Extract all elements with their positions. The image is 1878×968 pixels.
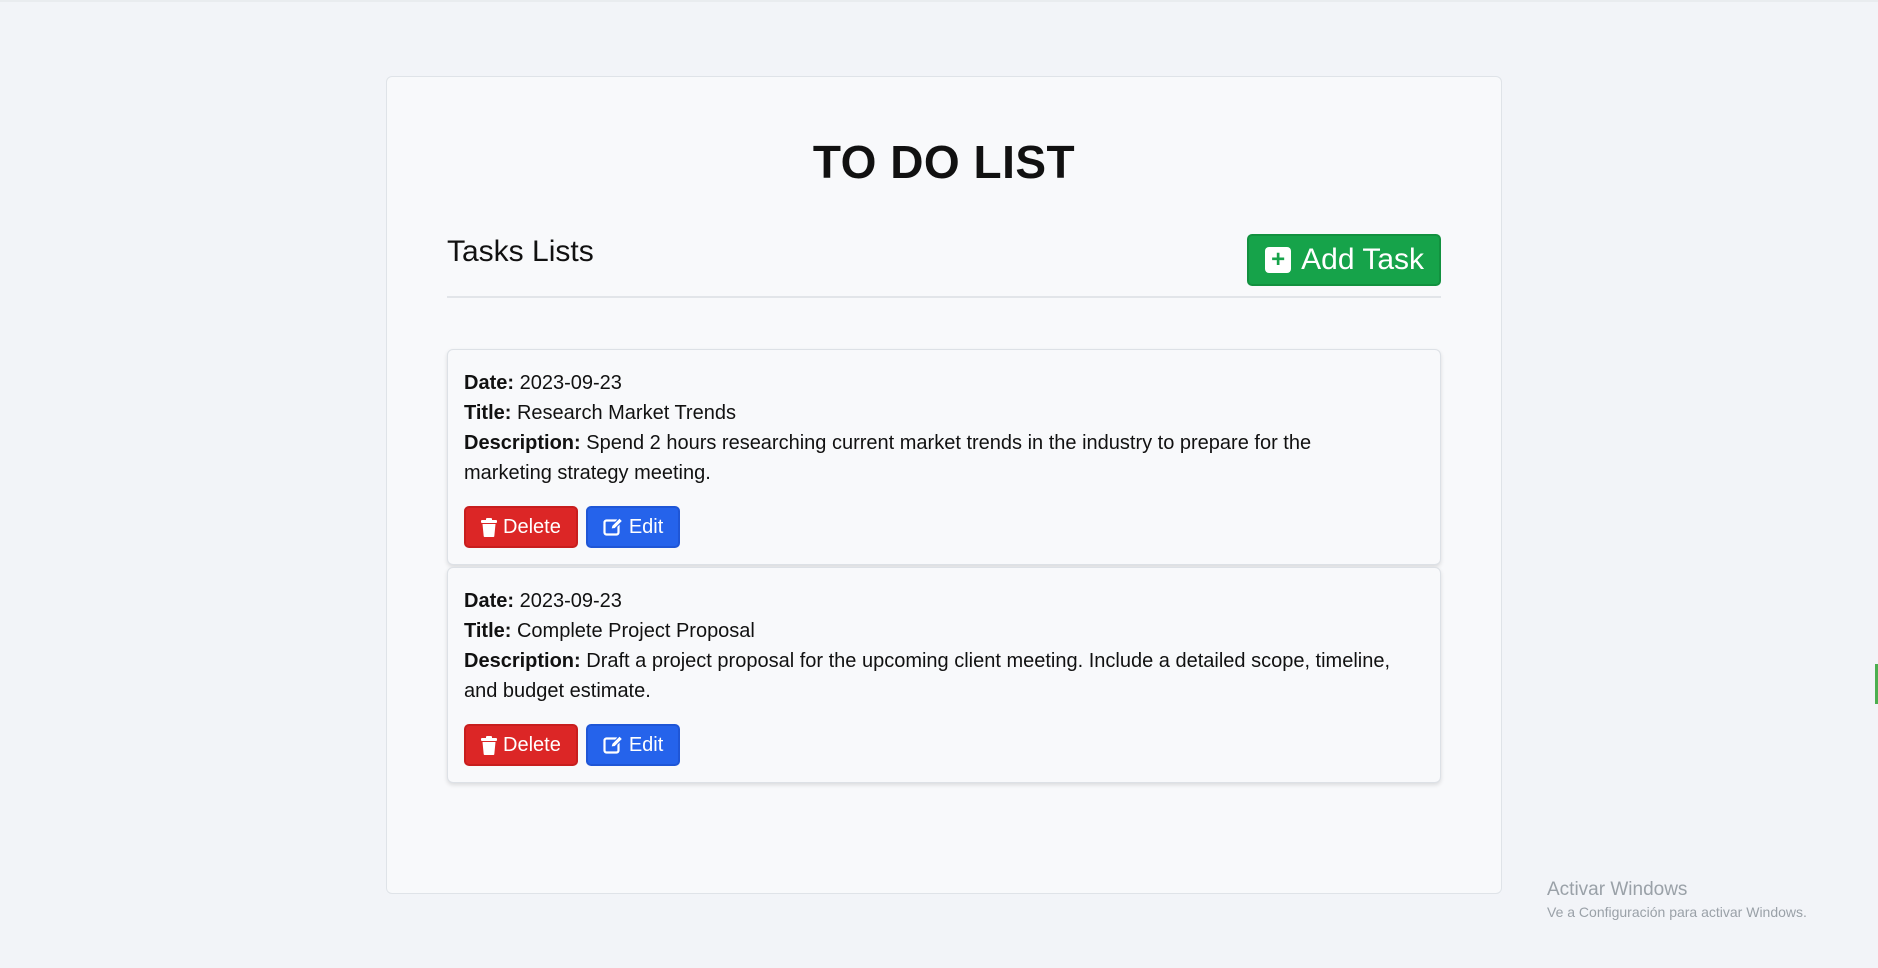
delete-button[interactable]: Delete	[464, 506, 578, 548]
task-title: Research Market Trends	[516, 402, 736, 424]
watermark-title: Activar Windows	[1547, 879, 1688, 900]
task-actions: Delete Edit	[464, 724, 681, 766]
task-date: 2023-09-23	[519, 372, 622, 394]
task-date-row: Date: 2023-09-23	[464, 586, 1424, 616]
description-label: Description:	[464, 650, 581, 672]
watermark-subtitle: Ve a Configuración para activar Windows.	[1547, 904, 1807, 920]
edit-icon	[603, 517, 623, 537]
page-title: TO DO LIST	[812, 136, 1076, 188]
edit-label: Edit	[628, 733, 664, 756]
task-description-row: Description: Draft a project proposal fo…	[464, 646, 1424, 706]
task-actions: Delete Edit	[464, 506, 681, 548]
title-label: Title:	[464, 402, 512, 424]
edit-button[interactable]: Edit	[585, 724, 681, 766]
task-card: Date: 2023-09-23 Title: Research Market …	[447, 349, 1441, 565]
windows-activation-watermark: Activar Windows Ve a Configuración para …	[1547, 878, 1807, 922]
edit-button[interactable]: Edit	[585, 506, 681, 548]
task-description-row: Description: Spend 2 hours researching c…	[464, 428, 1424, 488]
task-title: Complete Project Proposal	[516, 620, 755, 642]
trash-icon	[481, 517, 497, 537]
delete-button[interactable]: Delete	[464, 724, 578, 766]
plus-square-icon: +	[1265, 247, 1292, 273]
title-label: Title:	[464, 620, 512, 642]
top-border	[0, 0, 1878, 2]
task-description: Draft a project proposal for the upcomin…	[464, 650, 1391, 702]
section-heading: Tasks Lists	[447, 235, 594, 268]
delete-label: Delete	[503, 515, 561, 538]
edit-label: Edit	[628, 515, 664, 538]
edit-icon	[603, 735, 623, 755]
trash-icon	[481, 735, 497, 755]
task-date: 2023-09-23	[519, 590, 622, 612]
delete-label: Delete	[503, 733, 561, 756]
task-date-row: Date: 2023-09-23	[464, 368, 1424, 398]
divider	[447, 296, 1441, 298]
add-task-button[interactable]: + Add Task	[1247, 234, 1441, 286]
task-title-row: Title: Research Market Trends	[464, 398, 1424, 428]
date-label: Date:	[464, 590, 515, 612]
add-task-label: Add Task	[1301, 243, 1424, 276]
task-title-row: Title: Complete Project Proposal	[464, 616, 1424, 646]
description-label: Description:	[464, 432, 581, 454]
date-label: Date:	[464, 372, 515, 394]
task-card: Date: 2023-09-23 Title: Complete Project…	[447, 567, 1441, 783]
task-description: Spend 2 hours researching current market…	[464, 432, 1312, 484]
todo-card: TO DO LIST Tasks Lists + Add Task Date: …	[386, 76, 1502, 894]
